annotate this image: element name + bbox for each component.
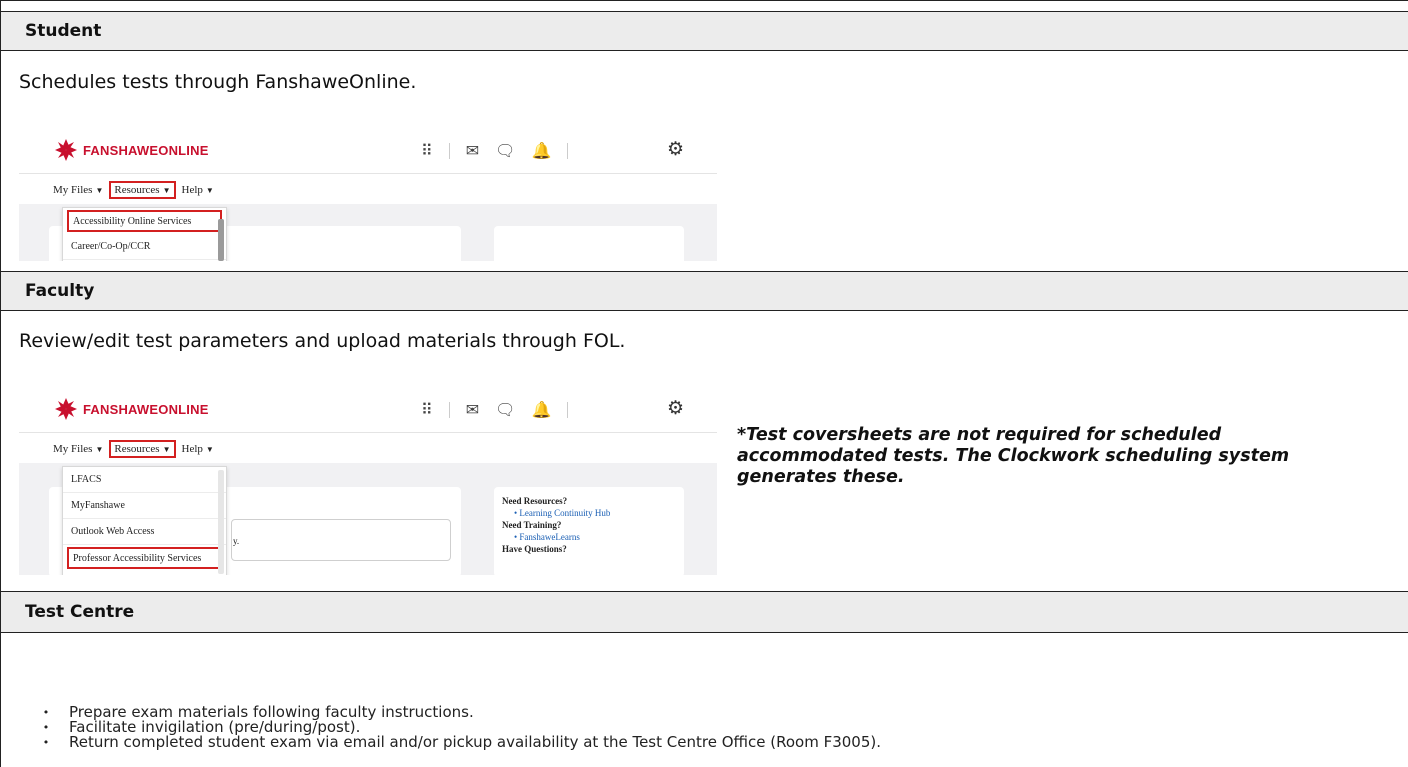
dropdown-item-lfacs[interactable]: LFACS: [63, 467, 226, 493]
fanshawe-logo-icon: [55, 398, 77, 420]
fanshawe-logo-text: FANSHAWEONLINE: [83, 142, 209, 158]
section-header-test-centre: Test Centre: [1, 591, 1408, 633]
gear-icon[interactable]: ⚙: [667, 138, 684, 161]
chevron-down-icon: ▼: [95, 186, 104, 195]
menu-my-files[interactable]: My Files ▼: [53, 443, 103, 455]
chat-icon[interactable]: 🗨: [495, 400, 515, 420]
fol-screenshot-student: FANSHAWEONLINE ⠿ ✉ 🗨 🔔 ⚙ My Files ▼ Resou…: [19, 129, 717, 261]
divider: [19, 173, 717, 174]
test-centre-list: • Prepare exam materials following facult…: [41, 705, 881, 750]
coversheet-note: *Test coversheets are not required for s…: [737, 425, 1290, 487]
menu-help[interactable]: Help ▼: [182, 184, 214, 196]
chevron-down-icon: ▼: [205, 445, 214, 454]
link-learning-hub[interactable]: • Learning Continuity Hub: [502, 507, 610, 519]
fol-nav-menu: My Files ▼ Resources ▼ Help ▼: [53, 181, 214, 199]
divider: [448, 402, 450, 418]
resources-card: Need Resources? • Learning Continuity Hu…: [494, 487, 684, 575]
divider: [567, 402, 569, 418]
mail-icon[interactable]: ✉: [466, 400, 479, 420]
bullet-icon: •: [42, 736, 50, 749]
dropdown-scrollbar[interactable]: [218, 219, 224, 261]
divider: [567, 143, 569, 159]
resources-dropdown: Accessibility Online Services Career/Co-…: [62, 207, 227, 261]
section-header-faculty: Faculty: [1, 271, 1408, 311]
dropdown-scrollbar[interactable]: [218, 470, 224, 574]
partial-text: y.: [233, 536, 240, 546]
bell-icon[interactable]: 🔔: [531, 141, 551, 161]
fol-toolbar-icons: ⠿ ✉ 🗨 🔔: [421, 141, 569, 161]
fol-screenshot-faculty: FANSHAWEONLINE ⠿ ✉ 🗨 🔔 ⚙ My Files ▼ Resou…: [19, 388, 717, 575]
list-item: • Return completed student exam via email…: [42, 733, 882, 751]
dropdown-item-career[interactable]: Career/Co-Op/CCR: [63, 234, 226, 260]
text-field[interactable]: [231, 519, 451, 561]
fol-nav-menu: My Files ▼ Resources ▼ Help ▼: [53, 440, 214, 458]
resources-links: Need Resources? • Learning Continuity Hu…: [502, 495, 610, 555]
menu-resources[interactable]: Resources ▼: [109, 440, 176, 458]
fanshawe-logo-icon: [55, 139, 77, 161]
menu-resources[interactable]: Resources ▼: [109, 181, 176, 199]
content-card: [494, 226, 684, 261]
chevron-down-icon: ▼: [205, 186, 214, 195]
apps-grid-icon[interactable]: ⠿: [421, 400, 433, 420]
dropdown-item-professor-accessibility[interactable]: Professor Accessibility Services: [67, 547, 222, 569]
chevron-down-icon: ▼: [162, 445, 171, 454]
need-training-heading: Need Training?: [502, 520, 562, 530]
gear-icon[interactable]: ⚙: [667, 397, 684, 420]
fanshawe-logo-text: FANSHAWEONLINE: [83, 401, 209, 417]
bullet-icon: •: [42, 706, 50, 719]
chat-icon[interactable]: 🗨: [495, 141, 515, 161]
resources-dropdown: LFACS MyFanshawe Outlook Web Access Prof…: [62, 466, 227, 575]
fanshawe-logo: FANSHAWEONLINE: [53, 396, 209, 422]
divider: [19, 432, 717, 433]
mail-icon[interactable]: ✉: [466, 141, 479, 161]
section-title: Student: [25, 21, 102, 41]
link-fanshawe-learns[interactable]: • FanshaweLearns: [502, 531, 610, 543]
section-title: Test Centre: [25, 602, 135, 622]
menu-help[interactable]: Help ▼: [182, 443, 214, 455]
section-description: Schedules tests through FanshaweOnline.: [19, 71, 417, 93]
bell-icon[interactable]: 🔔: [531, 400, 551, 420]
dropdown-item-outlook[interactable]: Outlook Web Access: [63, 519, 226, 545]
need-resources-heading: Need Resources?: [502, 496, 568, 506]
chevron-down-icon: ▼: [95, 445, 104, 454]
apps-grid-icon[interactable]: ⠿: [421, 141, 433, 161]
menu-my-files[interactable]: My Files ▼: [53, 184, 103, 196]
chevron-down-icon: ▼: [162, 186, 171, 195]
section-header-student: Student: [1, 11, 1408, 51]
fol-toolbar-icons: ⠿ ✉ 🗨 🔔: [421, 400, 569, 420]
dropdown-item-myfanshawe[interactable]: MyFanshawe: [63, 493, 226, 519]
section-description: Review/edit test parameters and upload m…: [19, 330, 626, 352]
divider: [448, 143, 450, 159]
have-questions-heading: Have Questions?: [502, 544, 567, 554]
content-frame: Student Schedules tests through Fanshawe…: [0, 0, 1408, 767]
fanshawe-logo: FANSHAWEONLINE: [53, 137, 209, 163]
dropdown-item-accessibility-online[interactable]: Accessibility Online Services: [67, 210, 222, 232]
bullet-icon: •: [42, 721, 50, 734]
section-title: Faculty: [25, 281, 95, 301]
